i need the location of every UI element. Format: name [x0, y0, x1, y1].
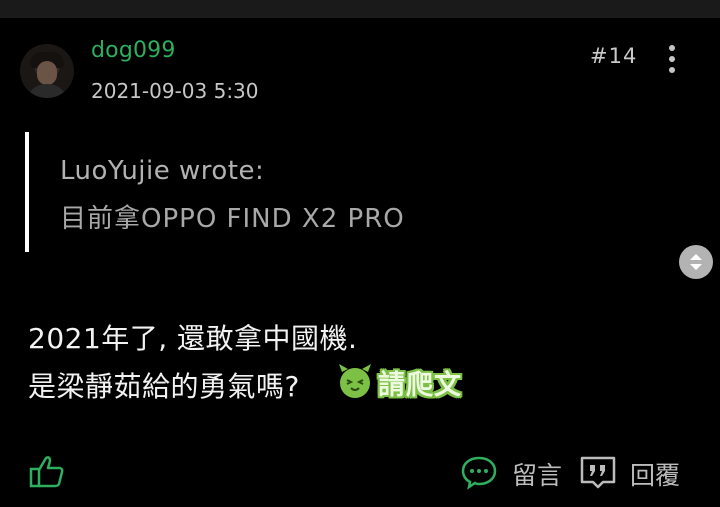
- scroll-up-down-icon[interactable]: [679, 245, 713, 279]
- quote-bar: [25, 132, 29, 252]
- post-body-line-1: 2021年了, 還敢拿中國機.: [28, 322, 358, 355]
- username[interactable]: dog099: [91, 38, 176, 63]
- sticker-face-icon: [339, 364, 371, 398]
- quote-text: 目前拿OPPO FIND X2 PRO: [60, 204, 405, 234]
- reply-label: 回覆: [630, 461, 681, 490]
- comment-label: 留言: [512, 461, 563, 490]
- sticker: 請爬文: [336, 360, 470, 402]
- post-timestamp: 2021-09-03 5:30: [91, 79, 259, 103]
- avatar[interactable]: [20, 44, 74, 98]
- quote-reply-icon: [580, 456, 616, 489]
- quote-author: LuoYujie wrote:: [60, 156, 265, 186]
- more-vertical-icon[interactable]: [664, 45, 680, 75]
- thumbs-up-icon[interactable]: [28, 452, 66, 490]
- comment-bubble-icon: [461, 456, 497, 490]
- post-number: #14: [590, 44, 638, 68]
- post-body-line-2: 是梁靜茹給的勇氣嗎?: [28, 370, 300, 403]
- top-bar: [0, 0, 720, 18]
- sticker-text: 請爬文: [378, 370, 462, 401]
